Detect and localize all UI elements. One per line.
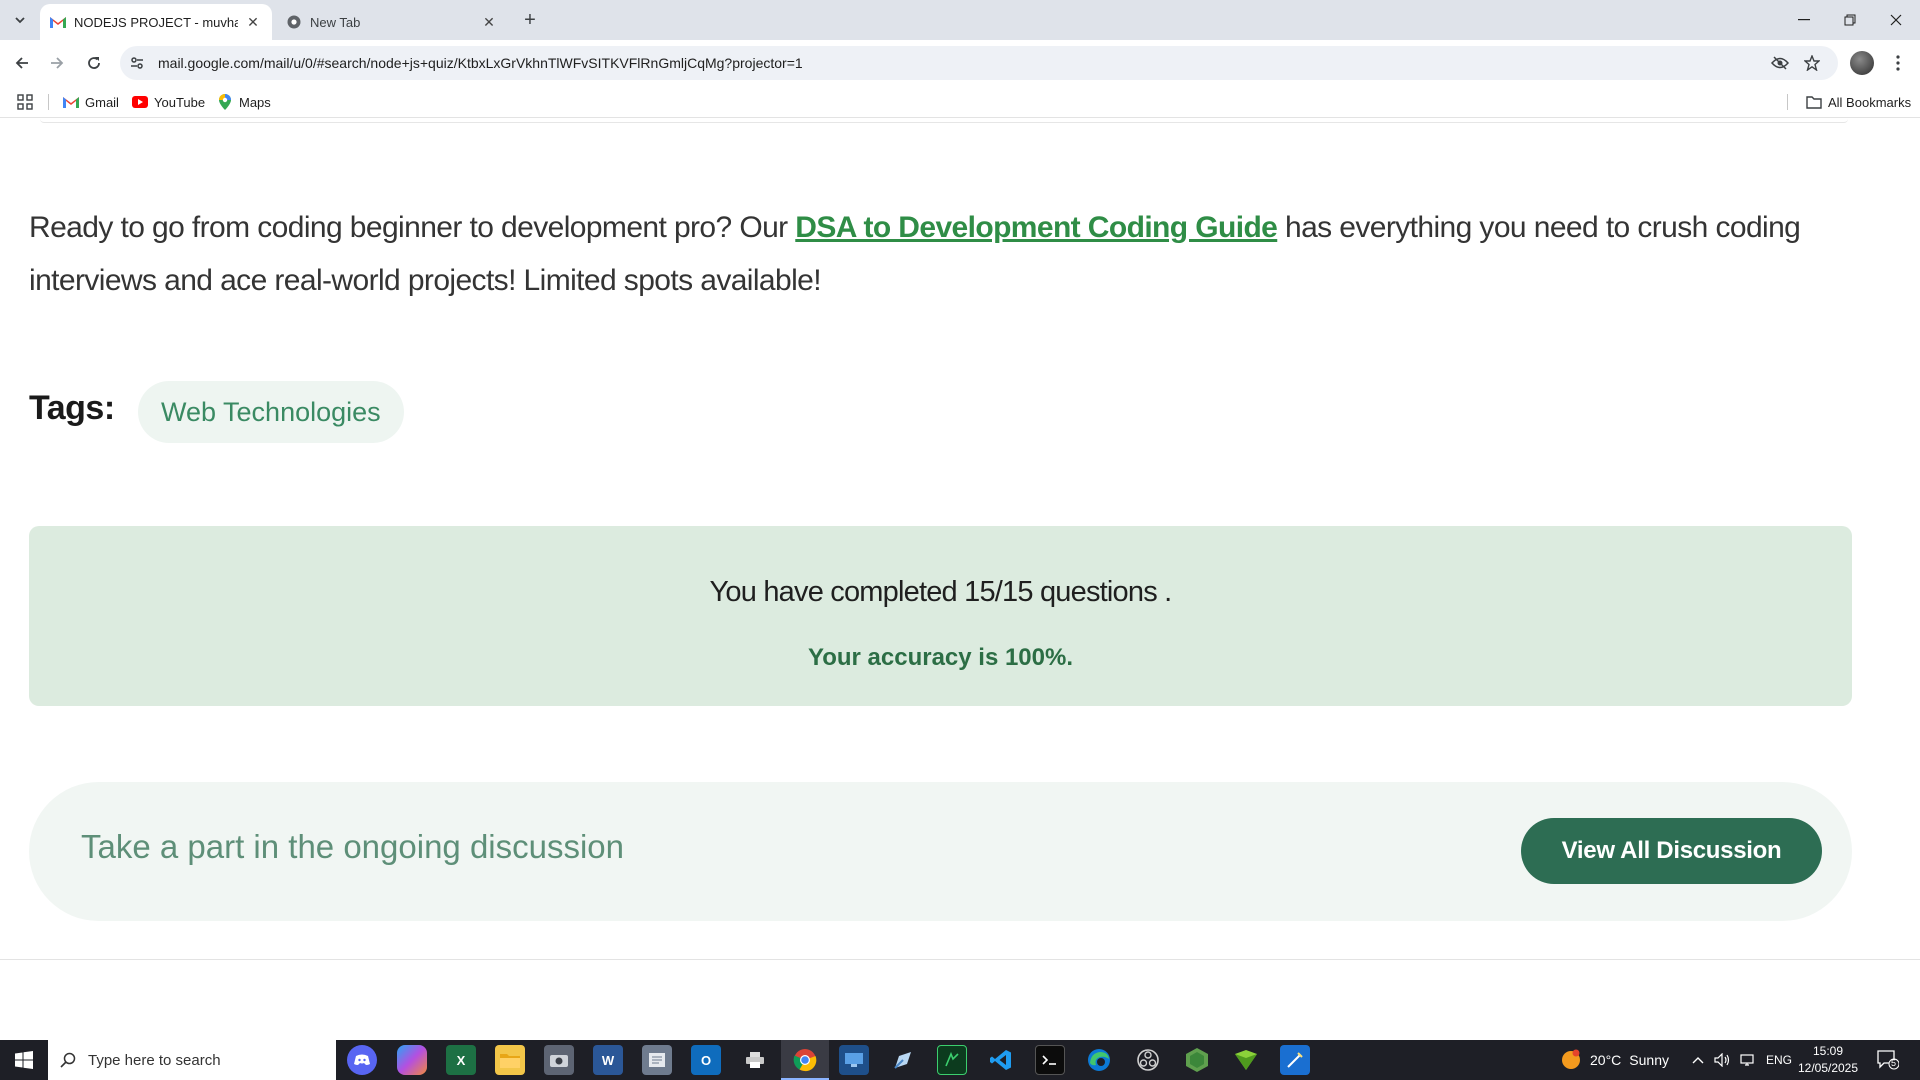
sun-icon	[1560, 1049, 1582, 1071]
vscode-icon[interactable]	[986, 1045, 1016, 1075]
minimize-icon[interactable]	[1781, 0, 1827, 40]
tab-new-tab[interactable]: New Tab ✕	[276, 4, 508, 40]
tab-title: New Tab	[310, 14, 361, 30]
volume-icon[interactable]	[1714, 1040, 1730, 1080]
youtube-icon	[132, 94, 148, 110]
tags-label: Tags:	[29, 389, 115, 427]
site-settings-icon[interactable]	[120, 46, 154, 80]
search-placeholder: Type here to search	[88, 1051, 221, 1069]
chrome-icon[interactable]	[781, 1045, 829, 1080]
file-explorer-icon[interactable]	[495, 1045, 525, 1075]
spreadsheet-icon[interactable]	[937, 1045, 967, 1075]
taskbar-search[interactable]: Type here to search	[48, 1040, 336, 1080]
language-indicator[interactable]: ENG	[1766, 1040, 1792, 1080]
tab-close-icon[interactable]: ✕	[480, 13, 498, 31]
back-arrow-icon[interactable]	[8, 49, 36, 77]
all-bookmarks-label: All Bookmarks	[1828, 94, 1912, 110]
chrome-icon	[286, 14, 302, 30]
weather-desc: Sunny	[1629, 1052, 1669, 1068]
bookmark-label: Gmail	[85, 94, 119, 110]
bookmark-star-icon[interactable]	[1797, 46, 1827, 80]
remote-desktop-icon[interactable]	[839, 1045, 869, 1075]
bookmark-divider	[48, 94, 49, 110]
nodejs-icon[interactable]	[1182, 1045, 1212, 1075]
discord-icon[interactable]	[347, 1045, 377, 1075]
folder-icon	[1806, 94, 1822, 110]
weather-temp: 20°C	[1590, 1052, 1622, 1068]
greenapp-icon[interactable]	[1231, 1045, 1261, 1075]
printer-icon[interactable]	[740, 1045, 770, 1075]
close-window-icon[interactable]	[1873, 0, 1919, 40]
weather-widget[interactable]: 20°C Sunny	[1560, 1040, 1669, 1080]
promo-paragraph: Ready to go from coding beginner to deve…	[29, 201, 1899, 307]
windows-taskbar: Type here to search X W O 20°C Sunny ENG…	[0, 1040, 1920, 1080]
header-divider	[40, 119, 1848, 123]
bookmark-maps[interactable]: Maps	[217, 91, 271, 113]
notification-center-icon[interactable]: 5	[1876, 1048, 1900, 1072]
address-bar[interactable]: mail.google.com/mail/u/0/#search/node+js…	[120, 46, 1838, 80]
url-text: mail.google.com/mail/u/0/#search/node+js…	[158, 55, 803, 71]
paint-icon[interactable]	[1280, 1045, 1310, 1075]
discussion-prompt: Take a part in the ongoing discussion	[81, 828, 625, 865]
bookmark-label: YouTube	[154, 94, 206, 110]
outlook-icon[interactable]: O	[691, 1045, 721, 1075]
search-icon	[48, 1052, 88, 1068]
tab-search-chevron-icon[interactable]	[7, 8, 33, 32]
notepad-icon[interactable]	[642, 1045, 672, 1075]
camera-icon[interactable]	[544, 1045, 574, 1075]
promo-text: Ready to go from coding beginner to deve…	[29, 211, 796, 244]
network-icon[interactable]	[1740, 1040, 1754, 1080]
discussion-banner: Take a part in the ongoing discussion Vi…	[29, 782, 1852, 921]
notification-count: 5	[1891, 1058, 1897, 1068]
bookmark-label: Maps	[239, 94, 271, 110]
tab-close-icon[interactable]: ✕	[244, 13, 262, 31]
obs-icon[interactable]	[1133, 1045, 1163, 1075]
coding-guide-link[interactable]: DSA to Development Coding Guide	[795, 211, 1278, 244]
tag-web-technologies[interactable]: Web Technologies	[138, 381, 404, 443]
forward-arrow-icon[interactable]	[43, 49, 71, 77]
all-bookmarks-button[interactable]: All Bookmarks	[1806, 91, 1911, 113]
bookmark-divider	[1787, 94, 1788, 110]
maps-icon	[217, 94, 233, 110]
profile-avatar[interactable]	[1850, 51, 1874, 75]
quiz-result-box: You have completed 15/15 questions . You…	[29, 526, 1852, 706]
pen-icon[interactable]	[888, 1045, 918, 1075]
footer-divider	[0, 959, 1920, 960]
gmail-icon	[63, 94, 79, 110]
copilot-icon[interactable]	[397, 1045, 427, 1075]
clock-time: 15:09	[1812, 1044, 1844, 1058]
view-all-discussion-button[interactable]: View All Discussion	[1521, 818, 1822, 884]
windows-start-icon[interactable]	[0, 1040, 48, 1080]
tab-title: NODEJS PROJECT - muvhango	[74, 14, 238, 30]
page-content: Ready to go from coding beginner to deve…	[0, 119, 1920, 1039]
tab-gmail[interactable]: NODEJS PROJECT - muvhango ✕	[40, 4, 272, 40]
edge-icon[interactable]	[1084, 1045, 1114, 1075]
bookmark-youtube[interactable]: YouTube	[132, 91, 205, 113]
restore-icon[interactable]	[1827, 0, 1873, 40]
clock[interactable]: 15:09 12/05/2025	[1796, 1043, 1860, 1077]
bookmark-gmail[interactable]: Gmail	[63, 91, 119, 113]
accuracy-text: Your accuracy is 100%.	[807, 644, 1074, 671]
completion-text: You have completed 15/15 questions .	[709, 576, 1173, 608]
reload-icon[interactable]	[80, 49, 108, 77]
word-icon[interactable]: W	[593, 1045, 623, 1075]
apps-grid-icon[interactable]	[17, 91, 33, 113]
clock-date: 12/05/2025	[1797, 1061, 1859, 1075]
more-menu-icon[interactable]	[1884, 49, 1912, 77]
excel-icon[interactable]: X	[446, 1045, 476, 1075]
tray-chevron-up-icon[interactable]	[1692, 1040, 1704, 1080]
terminal-icon[interactable]	[1035, 1045, 1065, 1075]
eye-slash-icon[interactable]	[1765, 46, 1795, 80]
new-tab-plus-icon[interactable]: +	[518, 8, 542, 32]
browser-tab-strip: NODEJS PROJECT - muvhango ✕ New Tab ✕ +	[0, 0, 1920, 40]
gmail-icon	[50, 14, 66, 30]
browser-toolbar: mail.google.com/mail/u/0/#search/node+js…	[0, 40, 1920, 86]
bookmarks-bar: Gmail YouTube Maps All Bookmarks	[0, 86, 1920, 118]
